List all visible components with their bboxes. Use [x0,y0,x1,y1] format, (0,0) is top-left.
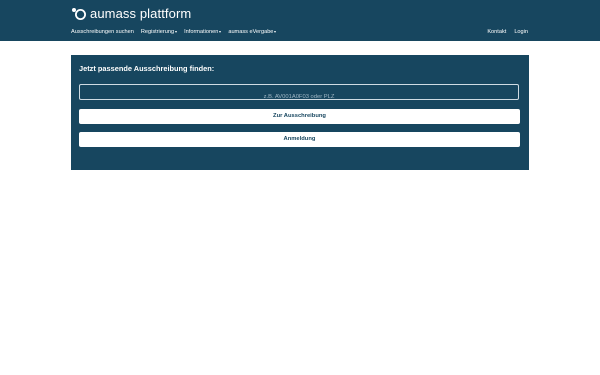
brand-link[interactable]: aumass plattform [71,5,191,23]
top-navbar: aumass plattform Ausschreibungen suchen … [0,0,600,41]
nav-item-label: Informationen [184,29,219,35]
nav-item-login[interactable]: Login [514,27,528,37]
brand-name: aumass plattform [90,6,192,21]
zur-ausschreibung-button[interactable]: Zur Ausschreibung [79,109,520,124]
nav-item-informationen[interactable]: Informationen [184,27,222,37]
right-nav: Kontakt Login [487,27,528,37]
search-panel: Jetzt passende Ausschreibung finden: Zur… [71,55,529,170]
search-input[interactable] [80,90,518,104]
nav-item-label: Ausschreibungen suchen [71,29,134,35]
caret-down-icon [219,30,222,33]
nav-item-registrierung[interactable]: Registrierung [140,27,178,37]
caret-down-icon [274,30,277,33]
nav-item-aumass-evergabe[interactable]: aumass eVergabe [228,27,277,37]
main-nav: Ausschreibungen suchen Registrierung Inf… [71,27,277,37]
search-field-wrapper [79,84,519,104]
anmeldung-button[interactable]: Anmeldung [79,132,520,147]
aumass-logo-icon [72,8,86,20]
panel-title: Jetzt passende Ausschreibung finden: [79,64,215,73]
nav-item-label: aumass eVergabe [228,29,274,35]
nav-item-kontakt[interactable]: Kontakt [487,27,506,37]
nav-item-ausschreibungen-suchen[interactable]: Ausschreibungen suchen [71,27,134,37]
caret-down-icon [175,30,178,33]
nav-item-label: Registrierung [140,29,175,35]
